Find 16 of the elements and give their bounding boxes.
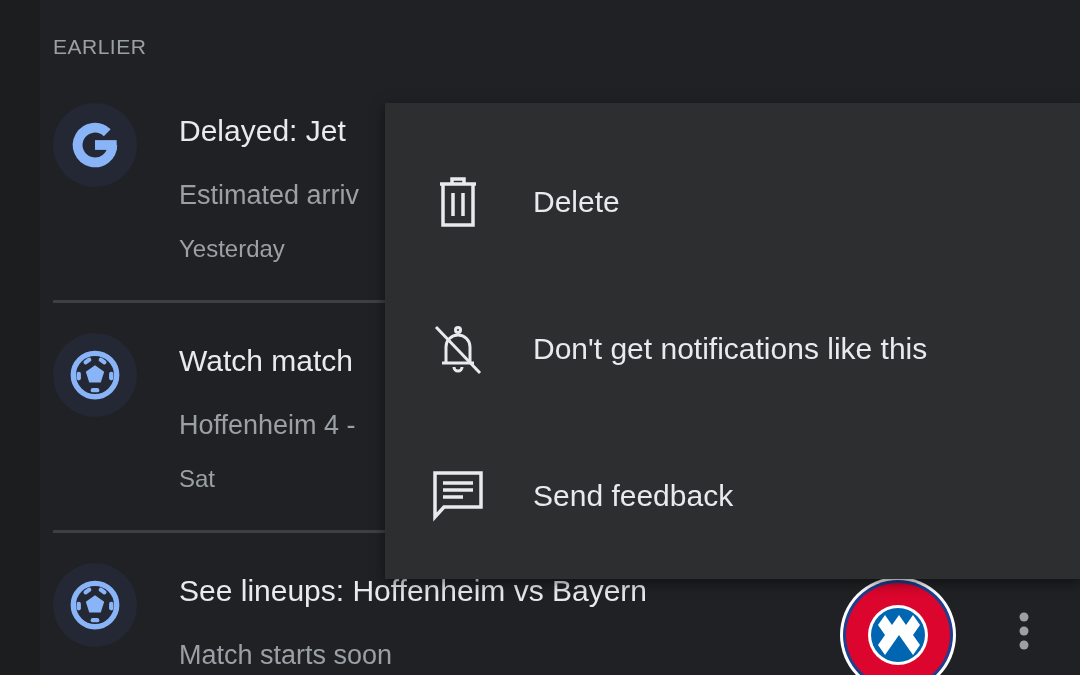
notification-body: Hoffenheim 4 - bbox=[179, 409, 356, 442]
notification-body: Estimated arriv bbox=[179, 179, 360, 212]
notification-title: Delayed: Jet bbox=[179, 113, 346, 149]
soccer-ball-icon bbox=[69, 349, 121, 401]
menu-item[interactable]: Send feedback bbox=[385, 422, 1080, 569]
menu-item[interactable]: Don't get notifications like this bbox=[385, 275, 1080, 422]
section-heading: EARLIER bbox=[53, 34, 148, 60]
feedback-icon bbox=[432, 469, 484, 522]
menu-item[interactable]: Delete bbox=[385, 128, 1080, 275]
notification-time: Yesterday bbox=[179, 234, 285, 264]
notification-title: Watch match bbox=[179, 343, 353, 379]
more-vertical-icon bbox=[1018, 611, 1030, 651]
soccer-ball-icon bbox=[69, 579, 121, 631]
notification-body: Match starts soon bbox=[179, 639, 393, 672]
notification-time: Sat bbox=[179, 464, 216, 494]
notification-title: See lineups: Hoffenheim vs Bayern bbox=[179, 573, 648, 609]
